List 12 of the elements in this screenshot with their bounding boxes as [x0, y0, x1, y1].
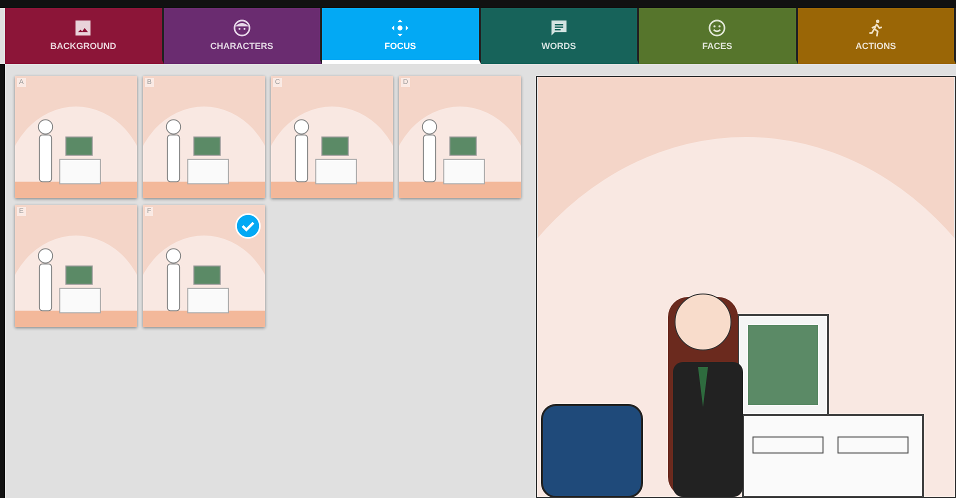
check-icon [235, 213, 261, 239]
category-tab[interactable]: CHARACTERS [164, 8, 322, 64]
category-tab[interactable]: FOCUS [322, 8, 480, 64]
face-icon [232, 18, 252, 38]
category-tab[interactable]: ACTIONS [798, 8, 956, 64]
move-arrows-icon [390, 18, 410, 38]
smiley-icon [707, 18, 728, 38]
category-tab[interactable]: BACKGROUND [5, 8, 164, 64]
speech-bubble-icon [548, 18, 569, 38]
category-tab[interactable]: FACES [639, 8, 798, 64]
image-icon [73, 18, 94, 38]
category-tab[interactable]: WORDS [480, 8, 639, 64]
